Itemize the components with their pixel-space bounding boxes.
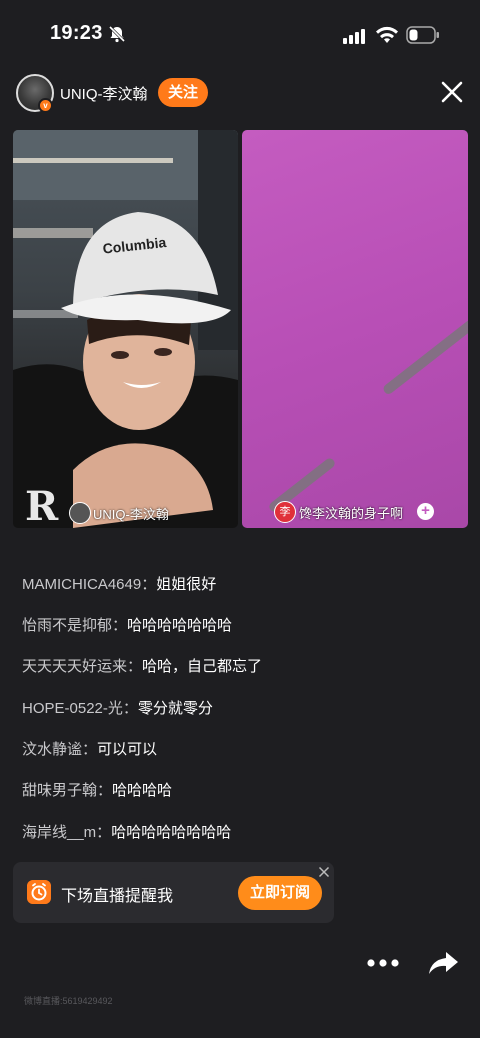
battery-icon <box>406 26 439 44</box>
chat-message[interactable]: 天天天天好运来：哈哈，自己都忘了 <box>22 655 262 676</box>
video-streak <box>381 314 468 396</box>
live-reminder-card: 下场直播提醒我 立即订阅 <box>13 862 334 923</box>
status-bar: 19:23 <box>0 0 480 72</box>
chat-username: 海岸线__m： <box>22 824 112 841</box>
follow-button[interactable]: 关注 <box>158 78 208 107</box>
svg-text:R: R <box>25 483 59 528</box>
chat-message[interactable]: 海岸线__m：哈哈哈哈哈哈哈哈 <box>22 821 231 842</box>
host-name[interactable]: UNIQ-李汶翰 <box>60 83 148 104</box>
host-video-feed[interactable]: Columbia R UNIQ-李汶翰 <box>13 130 238 528</box>
chat-text: 零分就零分 <box>137 700 213 717</box>
chat-text: 姐姐很好 <box>156 576 217 593</box>
chat-text: 哈哈哈哈 <box>112 782 173 799</box>
share-icon[interactable] <box>427 950 459 976</box>
bell-muted-icon <box>108 25 126 43</box>
guest-label-avatar: 李 <box>274 501 296 523</box>
guest-video-feed[interactable]: 李 馋李汶翰的身子啊 + <box>242 130 468 528</box>
reminder-text: 下场直播提醒我 <box>61 888 174 905</box>
host-label-avatar <box>69 502 91 524</box>
card-close-icon[interactable] <box>318 866 330 878</box>
live-header: v UNIQ-李汶翰 关注 <box>0 72 480 118</box>
chat-username: 怡雨不是抑郁： <box>22 617 128 634</box>
chat-message[interactable]: 甜味男子翰：哈哈哈哈 <box>22 779 172 800</box>
close-icon[interactable] <box>440 80 464 104</box>
wifi-icon <box>376 26 398 43</box>
chat-text: 哈哈哈哈哈哈哈哈 <box>111 824 232 841</box>
add-guest-icon[interactable]: + <box>417 503 434 520</box>
chat-message[interactable]: MAMICHICA4649：姐姐很好 <box>22 573 216 594</box>
alarm-clock-icon <box>27 880 51 904</box>
chat-message[interactable]: HOPE-0522-光：零分就零分 <box>22 697 213 718</box>
chat-username: 甜味男子翰： <box>22 782 113 799</box>
chat-text: 可以可以 <box>97 741 158 758</box>
guest-video-label: 馋李汶翰的身子啊 <box>299 506 404 521</box>
signal-icon <box>343 29 365 44</box>
host-video-label: UNIQ-李汶翰 <box>93 507 169 522</box>
more-options-icon[interactable] <box>366 957 400 969</box>
status-time: 19:23 <box>50 22 103 44</box>
chat-username: MAMICHICA4649： <box>22 576 157 593</box>
watermark-text: 微博直播:5619429492 <box>24 996 113 1006</box>
subscribe-button[interactable]: 立即订阅 <box>238 876 322 910</box>
chat-username: 天天天天好运来： <box>22 658 143 675</box>
chat-text: 哈哈，自己都忘了 <box>142 658 263 675</box>
chat-message[interactable]: 怡雨不是抑郁：哈哈哈哈哈哈哈 <box>22 614 232 635</box>
chat-message[interactable]: 汶水静谧：可以可以 <box>22 738 157 759</box>
chat-text: 哈哈哈哈哈哈哈 <box>127 617 233 634</box>
verified-badge: v <box>38 98 53 113</box>
chat-username: HOPE-0522-光： <box>22 700 138 717</box>
host-video-image: Columbia R <box>13 130 238 528</box>
chat-username: 汶水静谧： <box>22 741 98 758</box>
